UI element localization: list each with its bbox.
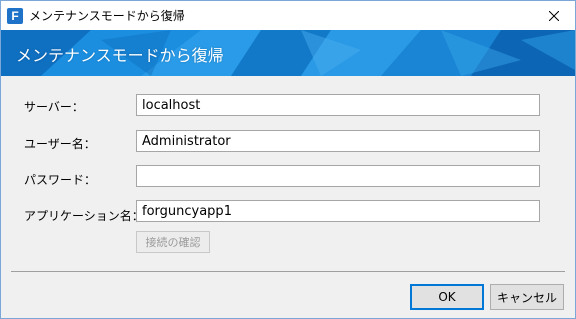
banner-title: メンテナンスモードから復帰 (16, 46, 224, 65)
app-name-input[interactable] (136, 200, 540, 222)
password-label: パスワード： (24, 173, 97, 187)
server-input[interactable] (136, 94, 540, 116)
dialog-window: F メンテナンスモードから復帰 メンテナンスモードから復帰 サーバー： ユーザー… (0, 0, 576, 319)
username-label: ユーザー名： (24, 137, 96, 151)
app-icon: F (7, 8, 23, 24)
username-input[interactable] (136, 130, 540, 152)
password-input[interactable] (136, 165, 540, 187)
server-label: サーバー： (24, 100, 84, 114)
app-name-label: アプリケーション名： (24, 209, 144, 223)
close-button[interactable] (539, 5, 569, 27)
close-icon (549, 11, 559, 21)
check-connection-button[interactable]: 接続の確認 (136, 231, 210, 253)
title-bar: F メンテナンスモードから復帰 (1, 1, 575, 30)
divider (11, 271, 565, 272)
cancel-button[interactable]: キャンセル (490, 284, 564, 310)
header-banner: メンテナンスモードから復帰 (1, 30, 575, 76)
ok-button[interactable]: OK (410, 284, 484, 310)
window-title: メンテナンスモードから復帰 (29, 9, 185, 23)
